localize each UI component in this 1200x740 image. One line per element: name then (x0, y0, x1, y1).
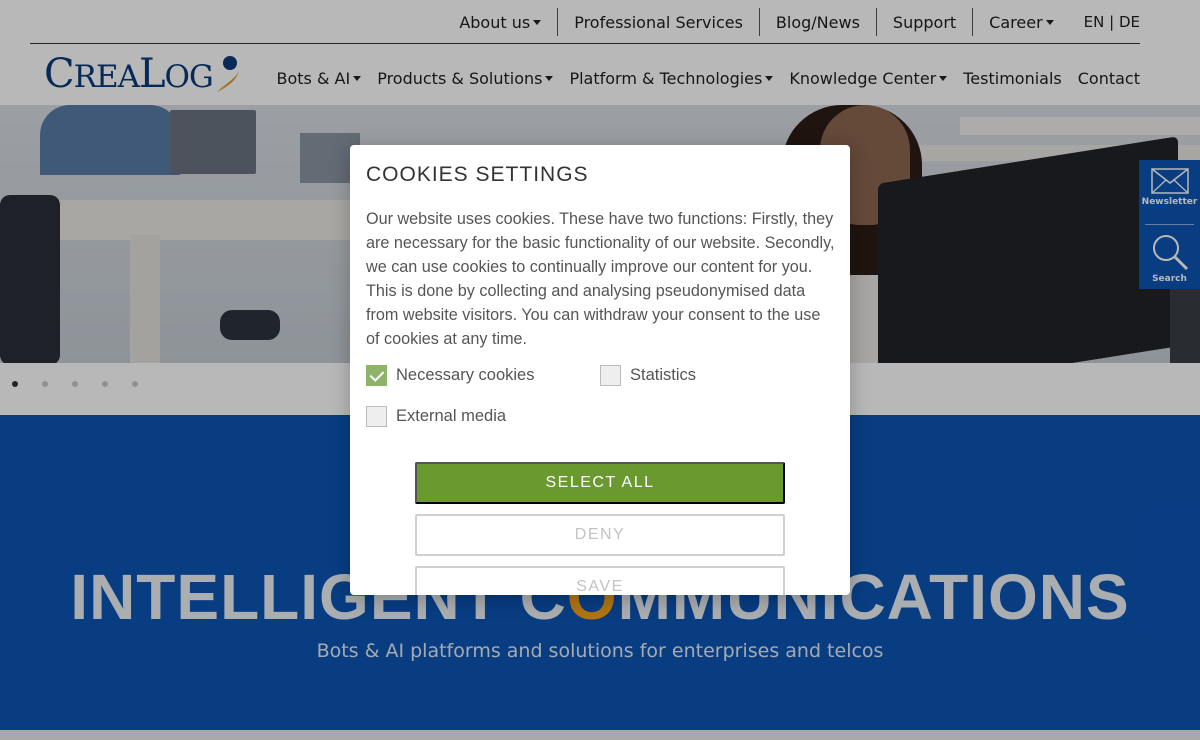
necessary-cookies-checkbox[interactable]: Necessary cookies (366, 365, 534, 386)
external-media-label: External media (396, 407, 507, 425)
deny-button[interactable]: DENY (415, 514, 785, 556)
cookie-dialog-text: Our website uses cookies. These have two… (366, 210, 835, 348)
cookie-settings-dialog: COOKIES SETTINGS Our website uses cookie… (350, 145, 850, 595)
checkmark-icon (366, 365, 387, 386)
cookie-dialog-title: COOKIES SETTINGS (366, 163, 589, 186)
necessary-cookies-label: Necessary cookies (396, 366, 535, 384)
checkbox-box (366, 406, 387, 427)
save-button[interactable]: SAVE (415, 566, 785, 595)
statistics-label: Statistics (630, 366, 697, 384)
checkbox-box (600, 365, 621, 386)
statistics-checkbox[interactable]: Statistics (600, 365, 696, 386)
select-all-button[interactable]: SELECT ALL (415, 462, 785, 504)
external-media-checkbox[interactable]: External media (366, 406, 506, 427)
